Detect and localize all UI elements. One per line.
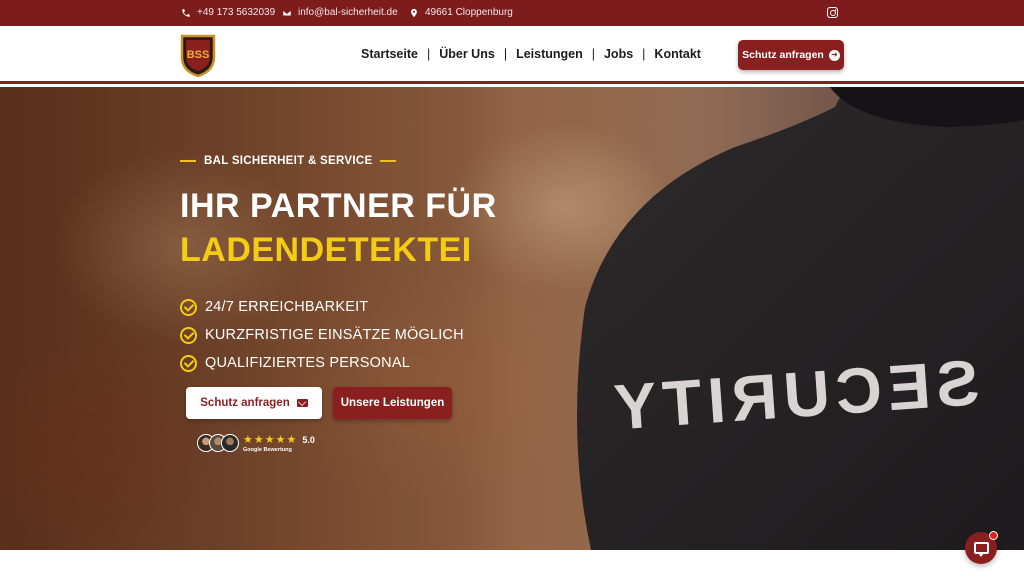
security-guard-image: SECURITY [577,87,1024,550]
feature-label: KURZFRISTIGE EINSÄTZE MÖGLICH [205,327,464,343]
schutz-anfragen-button[interactable]: Schutz anfragen [186,387,322,419]
nav-separator: | [591,47,595,61]
header-cta-button[interactable]: Schutz anfragen ➜ [738,40,844,70]
avatar [221,434,239,452]
nav-separator: | [426,47,431,61]
feature-item: KURZFRISTIGE EINSÄTZE MÖGLICH [180,321,464,349]
nav-item-kontakt[interactable]: Kontakt [654,47,701,61]
unsere-leistungen-label: Unsere Leistungen [340,397,445,409]
check-circle-icon [180,354,197,372]
top-contact-bar: +49 173 5632039 info@bal-sicherheit.de 4… [0,0,1024,26]
feature-label: QUALIFIZIERTES PERSONAL [205,355,410,371]
nav-separator: | [503,47,508,61]
eyebrow-line-left [180,160,196,162]
envelope-icon [296,399,308,407]
hero-section: SECURITY BAL SICHERHEIT & SERVICE IHR PA… [0,87,1024,550]
instagram-icon[interactable] [827,7,838,18]
hero-eyebrow: BAL SICHERHEIT & SERVICE [180,155,397,167]
chat-widget-button[interactable] [965,531,998,564]
check-circle-icon [180,298,197,316]
email-address: info@bal-sicherheit.de [298,7,398,18]
email-contact[interactable]: info@bal-sicherheit.de [282,7,398,18]
phone-icon [182,8,190,17]
feature-list: 24/7 ERREICHBARKEIT KURZFRISTIGE EINSÄTZ… [180,293,464,377]
location-contact[interactable]: 49661 Cloppenburg [409,7,513,18]
notification-dot [989,531,998,540]
company-logo[interactable]: BSS [180,33,216,77]
phone-contact[interactable]: +49 173 5632039 [181,7,275,18]
phone-number: +49 173 5632039 [197,7,276,18]
feature-label: 24/7 ERREICHBARKEIT [205,299,369,315]
nav-item-leistungen[interactable]: Leistungen [516,47,583,61]
envelope-icon [282,9,292,16]
star-rating: ★★★★★ 5.0 [243,433,315,446]
reviewer-avatars [197,434,239,452]
google-rating[interactable]: ★★★★★ 5.0 Google Bewertung [197,433,315,453]
eyebrow-line-right [380,160,397,162]
unsere-leistungen-button[interactable]: Unsere Leistungen [333,387,452,419]
header-cta-label: Schutz anfragen [742,49,824,61]
arrow-right-circle-icon: ➜ [828,49,840,61]
logo-lettering: BSS [187,49,210,61]
stars-icon: ★★★★★ [243,434,298,446]
location-text: 49661 Cloppenburg [425,7,513,18]
rating-score: 5.0 [302,434,315,445]
nav-item-startseite[interactable]: Startseite [361,47,418,61]
rating-block: ★★★★★ 5.0 Google Bewertung [243,433,315,453]
main-navigation: Startseite | Über Uns | Leistungen | Job… [361,47,701,61]
map-pin-icon [411,8,417,17]
hero-headline-line1: IHR PARTNER FÜR [180,187,497,225]
nav-separator: | [642,47,646,61]
eyebrow-text: BAL SICHERHEIT & SERVICE [204,155,373,167]
hero-headline-line2: LADENDETEKTEI [180,231,472,269]
feature-item: QUALIFIZIERTES PERSONAL [180,349,464,377]
check-circle-icon [180,326,197,344]
schutz-anfragen-label: Schutz anfragen [200,397,290,409]
rating-source: Google Bewertung [243,447,292,453]
chat-bubble-icon [973,542,989,557]
nav-item-ueber-uns[interactable]: Über Uns [439,47,495,61]
main-header: BSS Startseite | Über Uns | Leistungen |… [0,26,1024,84]
nav-item-jobs[interactable]: Jobs [604,47,633,61]
feature-item: 24/7 ERREICHBARKEIT [180,293,464,321]
